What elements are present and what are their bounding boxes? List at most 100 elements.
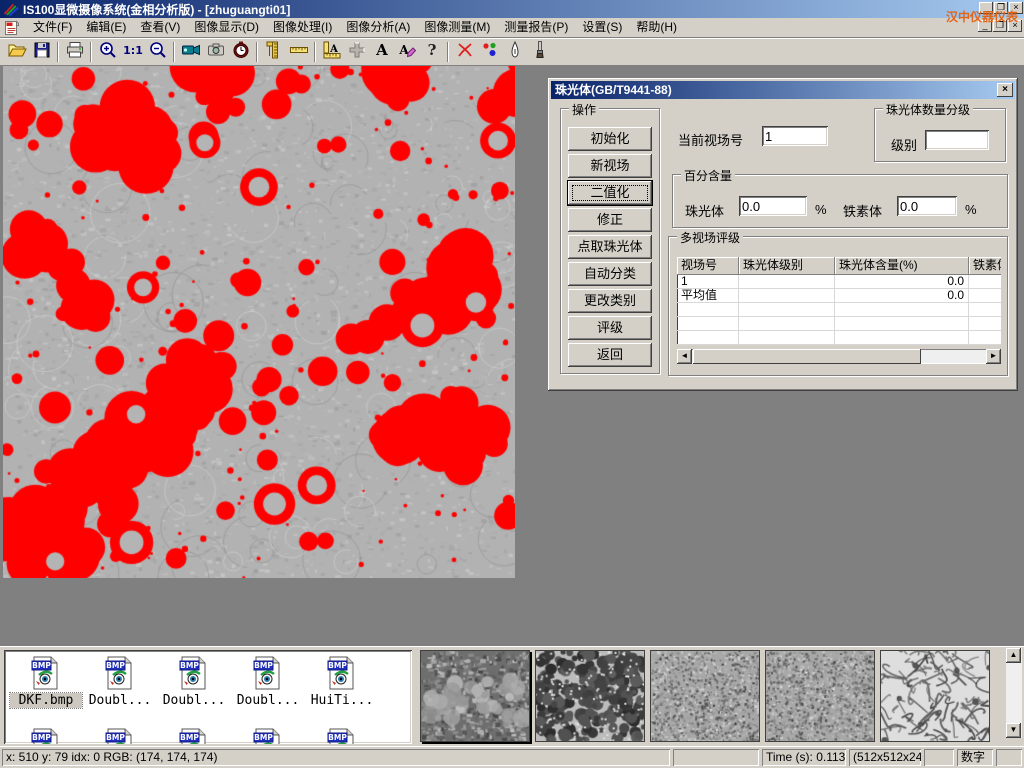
scroll-left-icon[interactable]: ◄ — [677, 349, 692, 364]
dialog-close-button[interactable]: × — [997, 83, 1013, 97]
table-row-2[interactable]: 平均值0.0 — [677, 289, 1001, 303]
menu-item-2[interactable]: 编辑(E) — [79, 18, 133, 36]
toolbar-button-grid-cross[interactable] — [344, 40, 369, 64]
table-cell — [739, 275, 835, 288]
menu-item-6[interactable]: 图像分析(A) — [339, 18, 417, 36]
toolbar-button-save-file[interactable] — [29, 40, 54, 64]
micrograph-image[interactable] — [3, 66, 515, 578]
minimize-button[interactable]: _ — [979, 2, 993, 14]
table-cell — [969, 331, 1001, 344]
one-to-one-icon: 1:1 — [123, 40, 143, 63]
restore-button[interactable]: ❐ — [994, 2, 1008, 14]
table-cell — [969, 303, 1001, 316]
bmp-file-icon: BMP — [31, 679, 61, 693]
table-row-1[interactable]: 10.0 — [677, 275, 1001, 289]
file-label: Doubl... — [232, 693, 304, 708]
toolbar-button-camera-capture[interactable] — [203, 40, 228, 64]
op-button-7[interactable]: 更改类别 — [568, 289, 652, 313]
file-item-partial[interactable]: BMP — [10, 728, 82, 744]
file-item-partial[interactable]: BMP — [232, 728, 304, 744]
table-row-5[interactable] — [677, 331, 1001, 345]
file-item-partial[interactable]: BMP — [306, 728, 378, 744]
file-scroll-down-icon[interactable]: ▼ — [1006, 723, 1021, 738]
child-minimize-button[interactable]: _ — [978, 20, 992, 32]
menu-item-5[interactable]: 图像处理(I) — [266, 18, 339, 36]
toolbar-button-one-to-one[interactable]: 1:1 — [120, 40, 145, 64]
toolbar-button-pen-tool[interactable] — [502, 40, 527, 64]
document-icon — [4, 20, 20, 36]
scroll-right-icon[interactable]: ► — [986, 349, 1001, 364]
file-scrollbar[interactable]: ▲ ▼ — [1006, 648, 1022, 738]
toolbar-button-calibrate-ruler[interactable]: A — [319, 40, 344, 64]
toolbar-separator — [173, 42, 175, 62]
toolbar-button-delete-measure[interactable] — [452, 40, 477, 64]
app-icon — [3, 2, 19, 16]
table-cell: 0.0 — [835, 275, 969, 288]
op-button-2[interactable]: 新视场 — [568, 154, 652, 178]
file-scroll-up-icon[interactable]: ▲ — [1006, 648, 1021, 663]
menu-item-3[interactable]: 查看(V) — [133, 18, 187, 36]
toolbar-button-brush-tool[interactable] — [527, 40, 552, 64]
toolbar-button-ruler-measure[interactable] — [286, 40, 311, 64]
calibrate-ruler-icon: A — [322, 40, 342, 63]
toolbar-button-particle-count[interactable] — [477, 40, 502, 64]
grade-input[interactable] — [925, 130, 989, 150]
menu-item-4[interactable]: 图像显示(D) — [187, 18, 266, 36]
toolbar-button-caliper-measure[interactable] — [261, 40, 286, 64]
toolbar-button-text-edit[interactable]: A — [394, 40, 419, 64]
op-button-5[interactable]: 点取珠光体 — [568, 235, 652, 259]
toolbar-button-video-camera[interactable] — [178, 40, 203, 64]
menu-item-10[interactable]: 帮助(H) — [629, 18, 684, 36]
menu-item-9[interactable]: 设置(S) — [575, 18, 629, 36]
thumbnail-3[interactable] — [650, 650, 760, 742]
current-field-input[interactable] — [762, 126, 828, 146]
bmp-file-icon: BMP — [105, 679, 135, 693]
op-button-3[interactable]: 二值化 — [568, 181, 652, 205]
menu-item-8[interactable]: 测量报告(P) — [497, 18, 575, 36]
pearlite-percent-input[interactable] — [739, 196, 807, 216]
toolbar-button-print[interactable] — [62, 40, 87, 64]
file-item-partial[interactable]: BMP — [158, 728, 230, 744]
op-button-6[interactable]: 自动分类 — [568, 262, 652, 286]
toolbar-button-open-file[interactable] — [4, 40, 29, 64]
svg-text:?: ? — [427, 41, 436, 59]
toolbar-button-timer[interactable] — [228, 40, 253, 64]
status-mode: 数字 — [957, 749, 993, 766]
toolbar-button-text-annotate[interactable]: A — [369, 40, 394, 64]
close-button[interactable]: × — [1009, 2, 1023, 14]
menu-item-7[interactable]: 图像测量(M) — [417, 18, 497, 36]
table-cell: 1 — [677, 275, 739, 288]
thumbnail-5[interactable] — [880, 650, 990, 742]
table-row-3[interactable] — [677, 303, 1001, 317]
scroll-thumb[interactable] — [693, 349, 921, 364]
file-item-Doubl...[interactable]: BMPDoubl... — [84, 656, 156, 708]
table-cell: 平均值 — [677, 289, 739, 302]
file-item-partial[interactable]: BMP — [84, 728, 156, 744]
table-body: 10.0平均值0.0 — [677, 275, 1001, 345]
op-button-4[interactable]: 修正 — [568, 208, 652, 232]
toolbar-button-zoom-in[interactable] — [95, 40, 120, 64]
svg-text:A: A — [375, 41, 388, 59]
file-item-Doubl...[interactable]: BMP Doubl... — [232, 656, 304, 708]
op-button-1[interactable]: 初始化 — [568, 127, 652, 151]
table-hscrollbar[interactable]: ◄ ► — [677, 349, 1001, 364]
child-restore-button[interactable]: ❐ — [993, 20, 1007, 32]
op-button-8[interactable]: 评级 — [568, 316, 652, 340]
toolbar-button-help[interactable]: ? — [419, 40, 444, 64]
toolbar-button-zoom-out[interactable] — [145, 40, 170, 64]
toolbar-separator — [90, 42, 92, 62]
thumbnail-4[interactable] — [765, 650, 875, 742]
child-close-button[interactable]: × — [1008, 20, 1022, 32]
file-label: Doubl... — [84, 693, 156, 708]
file-item-HuiTi...[interactable]: BMPHuiTi... — [306, 656, 378, 708]
ferrite-percent-input[interactable] — [897, 196, 957, 216]
table-row-4[interactable] — [677, 317, 1001, 331]
op-button-9[interactable]: 返回 — [568, 343, 652, 367]
file-item-DKF.bmp[interactable]: BMPDKF.bmp — [10, 656, 82, 708]
menu-item-1[interactable]: 文件(F) — [26, 18, 79, 36]
svg-text:BMP: BMP — [254, 661, 273, 670]
bmp-file-icon: BMP — [327, 679, 357, 693]
file-item-Doubl...[interactable]: BMPDoubl... — [158, 656, 230, 708]
thumbnail-2[interactable] — [535, 650, 645, 742]
thumbnail-1[interactable] — [420, 650, 530, 742]
